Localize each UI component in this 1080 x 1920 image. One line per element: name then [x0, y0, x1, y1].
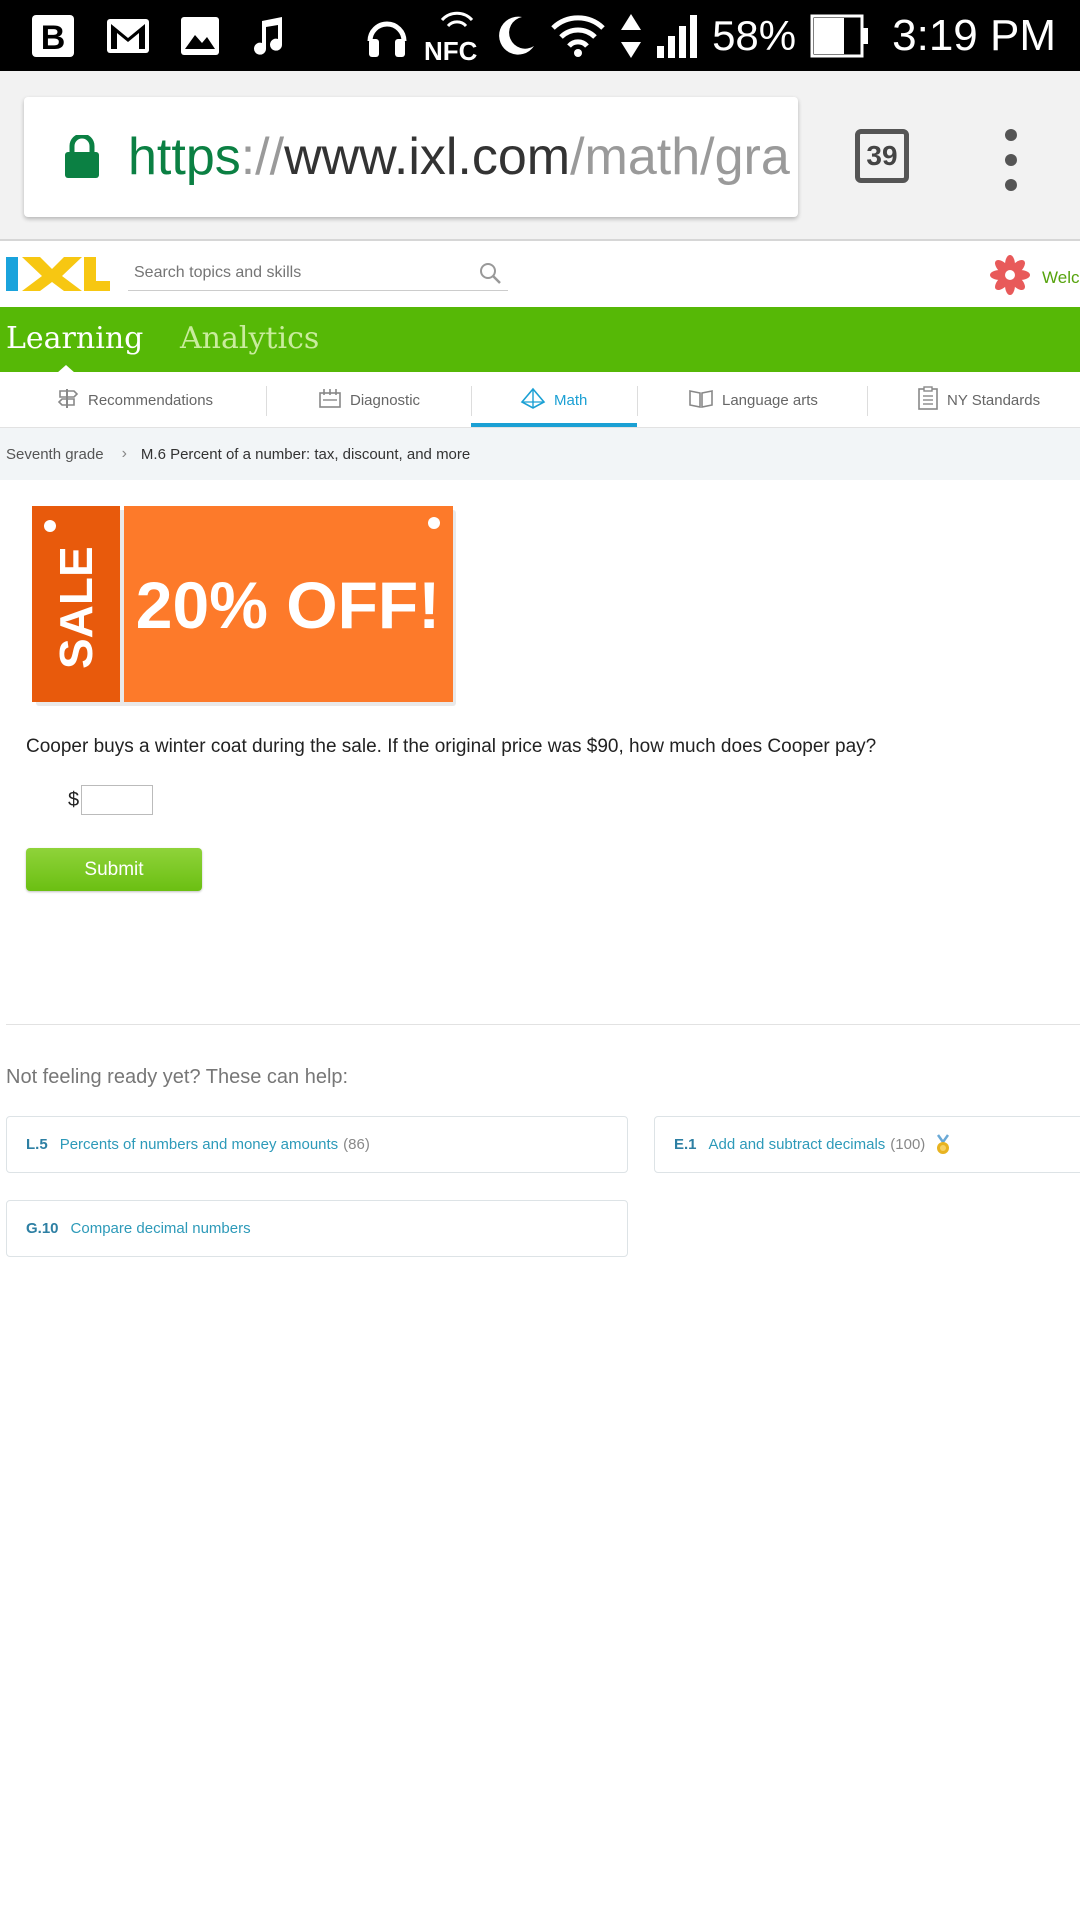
tab-label: Language arts: [722, 391, 818, 409]
tab-divider: [471, 386, 472, 416]
submit-button[interactable]: Submit: [26, 848, 202, 891]
b-app-icon: B: [30, 13, 76, 59]
ixl-logo[interactable]: [6, 255, 110, 293]
sale-main-text: 20% OFF!: [136, 568, 440, 642]
svg-text:B: B: [41, 19, 66, 57]
skill-name[interactable]: Compare decimal numbers: [71, 1220, 251, 1237]
tab-divider: [637, 386, 638, 416]
chevron-right-icon: ›: [121, 445, 127, 462]
medal-icon: [935, 1133, 951, 1156]
main-nav: Learning Analytics: [0, 307, 1080, 373]
skill-name[interactable]: Add and subtract decimals: [709, 1136, 886, 1153]
tab-switcher-button[interactable]: 39: [855, 129, 909, 183]
question-text: Cooper buys a winter coat during the sal…: [26, 736, 877, 757]
skill-score: (100): [890, 1136, 926, 1153]
skill-score: (86): [343, 1136, 370, 1153]
tab-ny-standards[interactable]: NY Standards: [917, 372, 1040, 428]
skill-card-g10[interactable]: G.10 Compare decimal numbers: [6, 1200, 628, 1257]
skill-name[interactable]: Percents of numbers and money amounts: [60, 1136, 338, 1153]
diagnostic-icon: [318, 387, 342, 413]
logo-i: [6, 257, 18, 291]
breadcrumb: Seventh grade › M.6 Percent of a number:…: [0, 428, 1080, 480]
currency-symbol: $: [68, 788, 80, 811]
signal-icon: [656, 14, 698, 58]
tab-divider: [266, 386, 267, 416]
tab-diagnostic[interactable]: Diagnostic: [318, 372, 420, 428]
gmail-icon: [106, 18, 150, 54]
headphones-icon: [366, 13, 408, 59]
search-icon[interactable]: [478, 261, 502, 290]
tab-math[interactable]: Math: [520, 372, 587, 428]
battery-percent: 58%: [712, 11, 797, 59]
nav-analytics[interactable]: Analytics: [180, 321, 319, 356]
signpost-icon: [56, 387, 80, 413]
welcome-text: Welcome: [1042, 267, 1080, 287]
help-title: Not feeling ready yet? These can help:: [6, 1066, 349, 1088]
tab-divider: [867, 386, 868, 416]
overflow-menu-icon[interactable]: [1000, 129, 1022, 191]
breadcrumb-grade[interactable]: Seventh grade: [6, 446, 104, 463]
active-tab-indicator: [471, 423, 637, 427]
answer-row: $: [68, 785, 154, 815]
url-text[interactable]: https://www.ixl.com/math/gra: [128, 127, 790, 187]
skill-code: G.10: [26, 1220, 59, 1237]
book-icon: [688, 387, 714, 413]
nfc-icon: NFC: [422, 10, 482, 62]
tab-recommendations[interactable]: Recommendations: [56, 372, 213, 428]
skill-code: E.1: [674, 1136, 697, 1153]
avatar-flower-icon: [990, 255, 1030, 300]
search-bar: [128, 255, 508, 291]
user-welcome[interactable]: Welcome: [990, 255, 1080, 300]
moon-icon: [496, 14, 536, 58]
pyramid-icon: [520, 387, 546, 413]
tab-label: Math: [554, 391, 588, 409]
lock-icon: [64, 133, 100, 179]
search-input[interactable]: [128, 263, 458, 282]
address-bar[interactable]: https://www.ixl.com/math/gra: [24, 97, 798, 217]
breadcrumb-skill: M.6 Percent of a number: tax, discount, …: [140, 445, 471, 463]
skill-code: L.5: [26, 1136, 48, 1153]
subject-tabs: Recommendations Diagnostic Math Language…: [0, 372, 1080, 428]
answer-input[interactable]: [81, 785, 154, 815]
browser-toolbar: https://www.ixl.com/math/gra 39: [0, 71, 1080, 241]
tab-language-arts[interactable]: Language arts: [688, 372, 818, 428]
wifi-icon: [550, 14, 606, 58]
sale-side-text: SALE: [50, 546, 102, 669]
clipboard-icon: [917, 386, 939, 414]
skill-card-e1[interactable]: E.1 Add and subtract decimals (100): [654, 1116, 1080, 1173]
svg-text:NFC: NFC: [424, 36, 478, 62]
status-bar: B NFC 58% 3:19 PM: [0, 0, 1080, 71]
sale-sign-image: SALE 20% OFF!: [32, 506, 457, 706]
nav-learning[interactable]: Learning: [6, 321, 143, 356]
gallery-icon: [180, 16, 220, 56]
music-note-icon: [250, 15, 286, 57]
skill-card-l5[interactable]: L.5 Percents of numbers and money amount…: [6, 1116, 628, 1173]
tab-label: Recommendations: [88, 391, 214, 409]
data-arrows-icon: [620, 12, 642, 60]
clock: 3:19 PM: [892, 10, 1056, 60]
tab-label: Diagnostic: [350, 391, 421, 409]
tab-label: NY Standards: [947, 391, 1041, 409]
site-header: Welcome: [0, 241, 1080, 307]
divider: [6, 1024, 1080, 1025]
battery-icon: [810, 14, 870, 58]
